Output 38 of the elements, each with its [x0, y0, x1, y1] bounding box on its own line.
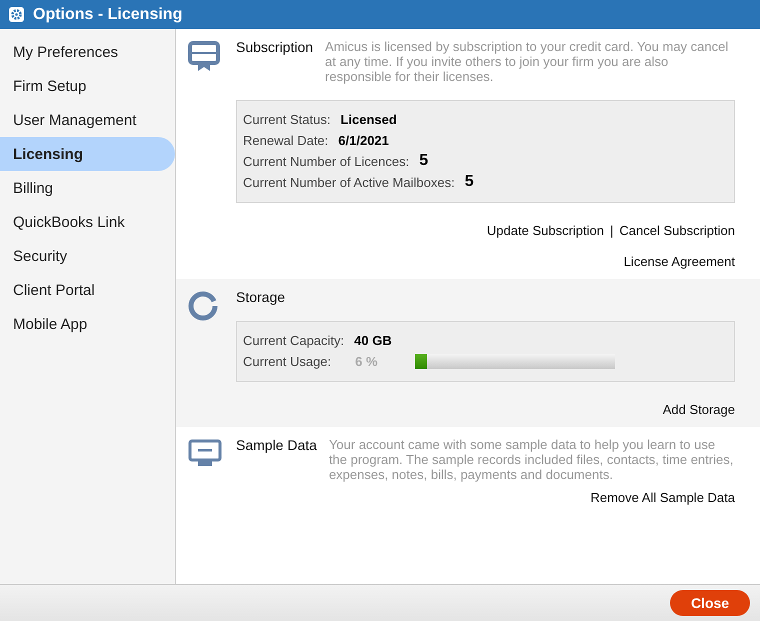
sidebar-item[interactable]: Licensing: [0, 137, 175, 171]
sidebar-item[interactable]: Client Portal: [0, 273, 175, 307]
action-link[interactable]: Update Subscription: [486, 223, 604, 238]
detail-label: Current Usage:: [243, 354, 332, 368]
section-title: Sample Data: [236, 437, 317, 455]
sidebar-item[interactable]: Firm Setup: [0, 69, 175, 103]
section-description: Your account came with some sample data to help you learn to use the program. The sample records included files, contacts, time entries, expenses, notes, bills, payments and documents.: [328, 437, 734, 482]
action-link[interactable]: License Agreement: [624, 254, 735, 269]
section-title: Storage: [236, 289, 286, 305]
sidebar-item[interactable]: Mobile App: [0, 307, 175, 341]
detail-label: Current Capacity:: [243, 332, 344, 348]
sidebar-item[interactable]: Billing: [0, 171, 175, 205]
detail-value: 40 GB: [354, 332, 392, 348]
sidebar-item[interactable]: QuickBooks Link: [0, 205, 175, 239]
sidebar-item[interactable]: My Preferences: [0, 35, 175, 69]
detail-label: Current Status:: [243, 112, 330, 126]
ring-chart-icon: [188, 291, 218, 321]
action-link[interactable]: Remove All Sample Data: [590, 490, 735, 505]
sidebar-item[interactable]: User Management: [0, 103, 175, 137]
detail-value: 6/1/2021: [338, 132, 389, 148]
detail-label: Current Number of Licences:: [243, 154, 410, 168]
detail-label: Current Number of Active Mailboxes:: [243, 174, 455, 190]
monitor-icon: [188, 439, 222, 467]
detail-label: Renewal Date:: [243, 132, 328, 148]
action-link[interactable]: Cancel Subscription: [619, 223, 735, 238]
detail-value: 5: [419, 152, 428, 170]
close-button[interactable]: Close: [670, 590, 750, 616]
action-link[interactable]: Add Storage: [662, 402, 735, 417]
section-title: Subscription: [236, 39, 314, 57]
sidebar-item[interactable]: Security: [0, 239, 175, 273]
settings-icon: [9, 7, 24, 22]
detail-value: 5: [464, 173, 474, 191]
certificate-icon: [188, 41, 220, 71]
window-title: Options - Licensing: [33, 6, 182, 24]
link-separator: |: [610, 223, 614, 238]
section-description: Amicus is licensed by subscription to your credit card. You may cancel at any time. If you invite others to join your firm you are also responsible for their licenses.: [325, 39, 730, 84]
usage-percent: 6 %: [355, 354, 379, 368]
detail-value: Licensed: [340, 112, 397, 126]
